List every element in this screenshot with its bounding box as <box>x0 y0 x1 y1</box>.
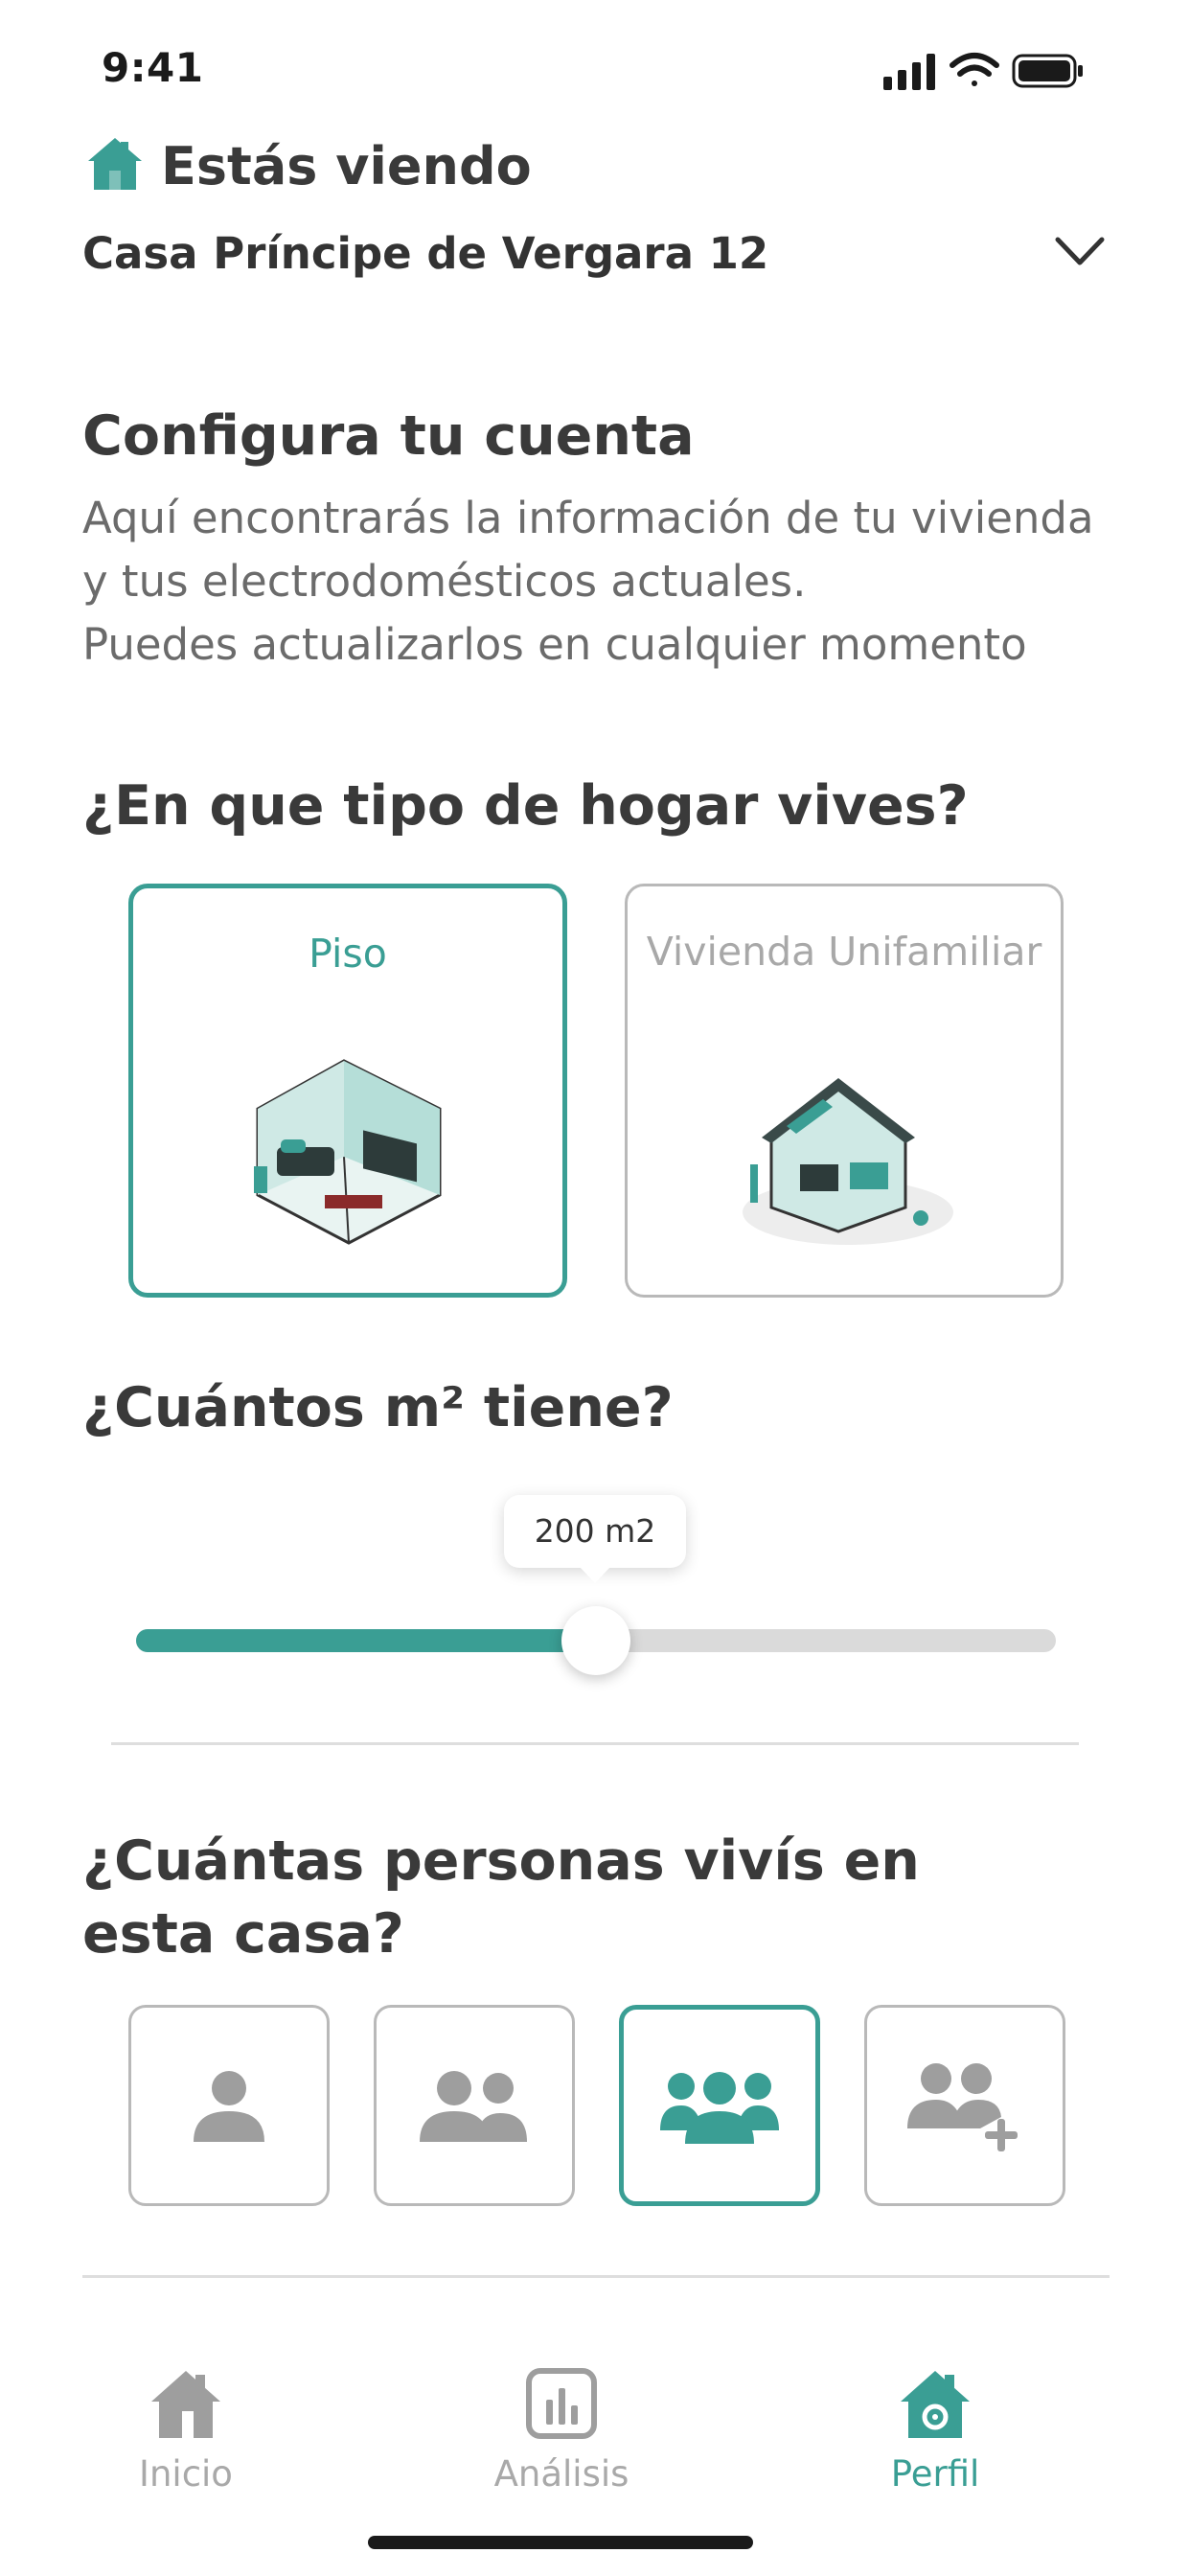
two-people-icon <box>420 2071 527 2142</box>
slider-value-tooltip: 200 m2 <box>504 1495 686 1568</box>
home-type-label: Piso <box>309 931 387 977</box>
status-icons <box>883 52 1087 90</box>
three-people-icon <box>660 2072 779 2144</box>
wifi-icon <box>950 53 999 86</box>
chevron-down-icon[interactable] <box>1054 234 1106 268</box>
people-option-2[interactable] <box>374 2005 575 2206</box>
profile-home-icon <box>901 2371 970 2438</box>
status-time: 9:41 <box>102 44 204 91</box>
people-question-line: ¿Cuántas personas vivís en <box>82 1829 920 1893</box>
tabbar-divider <box>82 2275 1110 2278</box>
config-title: Configura tu cuenta <box>82 404 695 468</box>
people-option-1[interactable] <box>128 2005 330 2206</box>
tab-perfil[interactable]: Perfil <box>820 2367 1050 2511</box>
area-slider-fill <box>136 1629 596 1652</box>
tooltip-arrow <box>579 1566 611 1583</box>
config-description-line: Puedes actualizarlos en cualquier moment… <box>82 619 1027 670</box>
battery-icon <box>1012 54 1083 88</box>
home-type-label: Vivienda Unifamiliar <box>646 929 1042 975</box>
tab-label: Perfil <box>890 2453 980 2495</box>
add-people-icon <box>907 2063 1018 2151</box>
signal-icon <box>883 54 935 90</box>
home-icon <box>86 136 144 192</box>
apartment-illustration <box>254 1059 442 1245</box>
config-description-line: y tus electrodomésticos actuales. <box>82 556 807 607</box>
people-option-3[interactable] <box>619 2005 820 2206</box>
tab-inicio[interactable]: Inicio <box>71 2367 301 2511</box>
tab-label: Análisis <box>493 2453 629 2495</box>
divider <box>111 1742 1079 1745</box>
tab-label: Inicio <box>139 2453 233 2495</box>
area-slider-thumb[interactable] <box>561 1606 630 1675</box>
people-question-line: esta casa? <box>82 1902 404 1966</box>
area-question: ¿Cuántos m² tiene? <box>82 1376 674 1439</box>
tab-analisis[interactable]: Análisis <box>446 2367 676 2511</box>
single-person-icon <box>194 2071 264 2142</box>
people-option-more[interactable] <box>864 2005 1065 2206</box>
chart-icon <box>526 2368 597 2439</box>
house-selector[interactable]: Casa Príncipe de Vergara 12 <box>82 228 768 279</box>
home-type-vivienda-card[interactable]: Vivienda Unifamiliar <box>625 884 1064 1298</box>
home-indicator <box>368 2536 753 2549</box>
people-question: ¿Cuántas personas vivís en esta casa? <box>82 1825 1041 1970</box>
home-icon <box>151 2371 220 2438</box>
config-description: Aquí encontrarás la información de tu vi… <box>82 487 1117 677</box>
header-title: Estás viendo <box>161 136 532 196</box>
home-type-question: ¿En que tipo de hogar vives? <box>82 774 969 838</box>
config-description-line: Aquí encontrarás la información de tu vi… <box>82 493 1094 543</box>
home-type-piso-card[interactable]: Piso <box>128 884 567 1298</box>
house-illustration <box>743 1078 953 1245</box>
